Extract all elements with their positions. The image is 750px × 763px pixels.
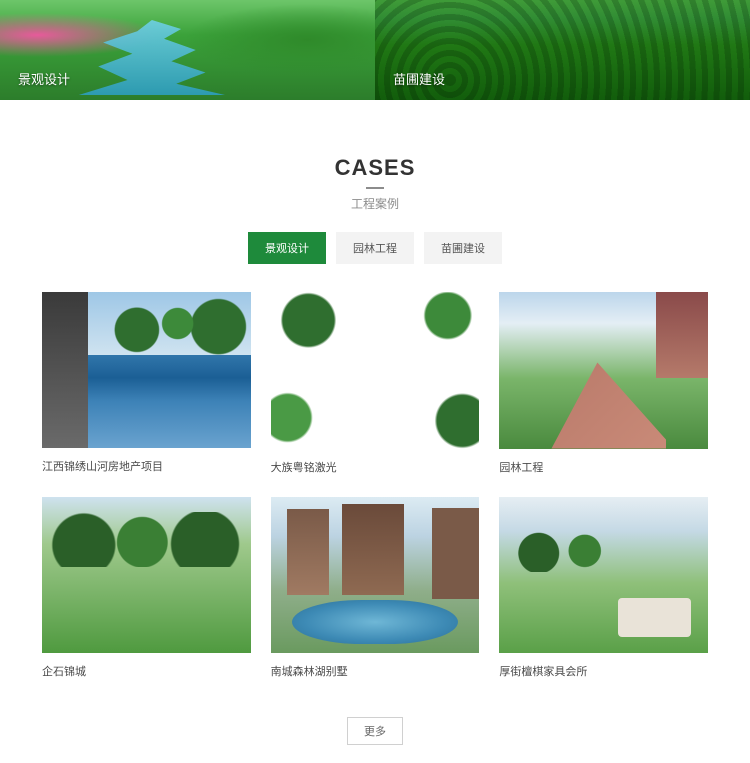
hero-banner: 景观设计 苗圃建设 bbox=[0, 0, 750, 100]
case-card[interactable]: 厚街檀棋家具会所 bbox=[499, 497, 708, 680]
case-grid: 江西锦绣山河房地产项目 大族粤铭激光 园林工程 企石锦城 南城森林湖别墅 厚街檀… bbox=[0, 292, 750, 679]
case-card[interactable]: 江西锦绣山河房地产项目 bbox=[42, 292, 251, 475]
case-caption: 大族粤铭激光 bbox=[271, 459, 480, 475]
tab-garden-engineering[interactable]: 园林工程 bbox=[336, 232, 414, 264]
case-caption: 企石锦城 bbox=[42, 663, 251, 679]
more-button[interactable]: 更多 bbox=[347, 717, 403, 745]
case-tabs: 景观设计 园林工程 苗圃建设 bbox=[0, 232, 750, 264]
section-heading: CASES 工程案例 bbox=[0, 155, 750, 212]
tab-landscape-design[interactable]: 景观设计 bbox=[248, 232, 326, 264]
case-thumb bbox=[499, 497, 708, 654]
more-button-wrap: 更多 bbox=[0, 717, 750, 745]
case-thumb bbox=[499, 292, 708, 449]
section-title-divider bbox=[366, 187, 384, 189]
hero-tile-landscape-design[interactable]: 景观设计 bbox=[0, 0, 375, 100]
case-card[interactable]: 大族粤铭激光 bbox=[271, 292, 480, 475]
case-thumb bbox=[42, 497, 251, 653]
case-caption: 江西锦绣山河房地产项目 bbox=[42, 458, 251, 474]
hero-tile-nursery[interactable]: 苗圃建设 bbox=[375, 0, 750, 100]
case-thumb bbox=[271, 497, 480, 654]
case-card[interactable]: 南城森林湖别墅 bbox=[271, 497, 480, 680]
case-caption: 南城森林湖别墅 bbox=[271, 663, 480, 679]
case-thumb bbox=[271, 292, 480, 449]
case-card[interactable]: 企石锦城 bbox=[42, 497, 251, 680]
hero-label-right: 苗圃建设 bbox=[393, 69, 445, 88]
section-title-cn: 工程案例 bbox=[0, 195, 750, 212]
tab-nursery-construction[interactable]: 苗圃建设 bbox=[424, 232, 502, 264]
case-caption: 园林工程 bbox=[499, 459, 708, 475]
case-thumb bbox=[42, 292, 251, 448]
section-title-en: CASES bbox=[0, 155, 750, 181]
hero-label-left: 景观设计 bbox=[18, 69, 70, 88]
case-card[interactable]: 园林工程 bbox=[499, 292, 708, 475]
case-caption: 厚街檀棋家具会所 bbox=[499, 663, 708, 679]
